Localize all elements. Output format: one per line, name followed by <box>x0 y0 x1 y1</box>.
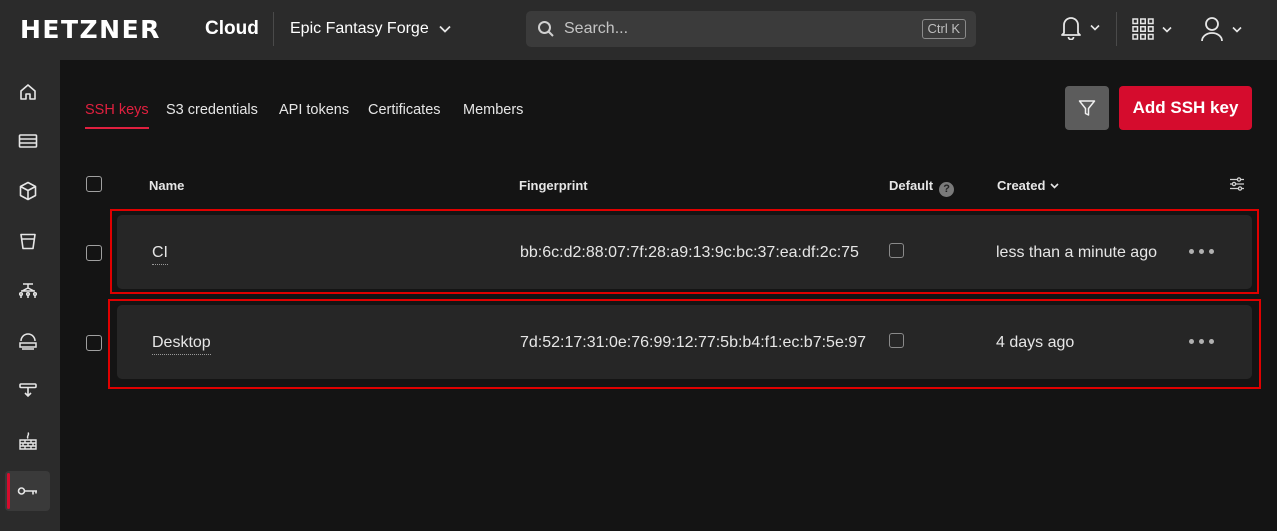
cube-icon <box>19 181 36 201</box>
more-options-icon[interactable] <box>1189 249 1214 254</box>
chevron-down-icon <box>1090 24 1100 31</box>
sidebar-item-home[interactable] <box>5 72 50 112</box>
apps-button[interactable] <box>1132 18 1172 40</box>
sidebar-item-networks[interactable] <box>5 271 50 311</box>
tab-members[interactable]: Members <box>463 102 523 127</box>
help-icon[interactable]: ? <box>939 182 955 197</box>
search-placeholder: Search... <box>564 20 629 37</box>
firewall-icon <box>18 432 37 450</box>
column-header-default-label: Default <box>889 178 934 193</box>
column-header-default: Default? <box>889 178 955 197</box>
add-ssh-key-button[interactable]: Add SSH key <box>1119 86 1252 130</box>
row-checkbox[interactable] <box>86 335 102 351</box>
sidebar-item-security[interactable] <box>5 471 50 511</box>
bell-icon <box>1061 17 1081 40</box>
bucket-icon <box>19 233 36 250</box>
divider <box>1116 12 1117 46</box>
chevron-down-icon <box>1162 26 1172 33</box>
logo-cloud-label: Cloud <box>205 18 259 39</box>
column-header-created-label: Created <box>997 178 1046 193</box>
chevron-down-icon <box>1232 26 1242 33</box>
column-header-fingerprint[interactable]: Fingerprint <box>519 178 588 193</box>
column-settings-icon[interactable] <box>1229 177 1245 191</box>
network-icon <box>18 283 37 298</box>
ssh-key-name[interactable]: CI <box>152 244 168 265</box>
sidebar-item-object-storage[interactable] <box>5 221 50 261</box>
project-name: Epic Fantasy Forge <box>290 20 429 37</box>
row-checkbox[interactable] <box>86 245 102 261</box>
column-header-name[interactable]: Name <box>149 178 184 193</box>
select-all-checkbox[interactable] <box>86 176 102 192</box>
tab-api-tokens[interactable]: API tokens <box>279 102 349 127</box>
project-selector[interactable]: Epic Fantasy Forge <box>290 20 451 38</box>
user-menu-button[interactable] <box>1200 16 1242 42</box>
tab-ssh-keys[interactable]: SSH keys <box>85 102 149 129</box>
user-icon <box>1201 17 1223 42</box>
column-header-created[interactable]: Created <box>997 178 1059 193</box>
sidebar-item-firewalls[interactable] <box>5 421 50 461</box>
sort-chevron-down-icon <box>1050 182 1059 189</box>
notifications-button[interactable] <box>1060 14 1100 40</box>
created-date: 4 days ago <box>996 334 1075 351</box>
search-shortcut: Ctrl K <box>921 19 966 39</box>
sidebar-item-load-balancers[interactable] <box>5 321 50 361</box>
created-date: less than a minute ago <box>996 244 1157 261</box>
top-bar: HETZNER Cloud Epic Fantasy Forge Search.… <box>0 0 1277 60</box>
ssh-key-fingerprint: 7d:52:17:31:0e:76:99:12:77:5b:b4:f1:ec:b… <box>520 334 867 351</box>
grid-icon <box>1132 18 1154 40</box>
default-checkbox[interactable] <box>889 243 904 258</box>
filter-button[interactable] <box>1065 86 1109 130</box>
ssh-key-name[interactable]: Desktop <box>152 334 211 355</box>
tab-certificates[interactable]: Certificates <box>368 102 441 127</box>
load-balancer-icon <box>18 333 37 350</box>
default-checkbox[interactable] <box>889 333 904 348</box>
filter-icon <box>1078 100 1096 116</box>
key-icon <box>17 487 37 495</box>
sidebar-item-servers[interactable] <box>5 121 50 161</box>
floating-ip-icon <box>18 383 37 398</box>
hetzner-logo[interactable]: HETZNER <box>20 15 161 44</box>
search-icon <box>538 21 554 37</box>
more-options-icon[interactable] <box>1189 339 1214 344</box>
chevron-down-icon <box>439 25 451 33</box>
ssh-key-fingerprint: bb:6c:d2:88:07:7f:28:a9:13:9c:bc:37:ea:d… <box>520 244 859 261</box>
home-icon <box>19 84 36 100</box>
divider <box>273 12 274 46</box>
sidebar <box>0 60 60 531</box>
sidebar-item-volumes[interactable] <box>5 171 50 211</box>
tab-s3-credentials[interactable]: S3 credentials <box>166 102 258 127</box>
search-bar[interactable]: Search... Ctrl K <box>526 11 976 47</box>
server-icon <box>18 134 37 148</box>
sidebar-item-floating-ips[interactable] <box>5 371 50 411</box>
